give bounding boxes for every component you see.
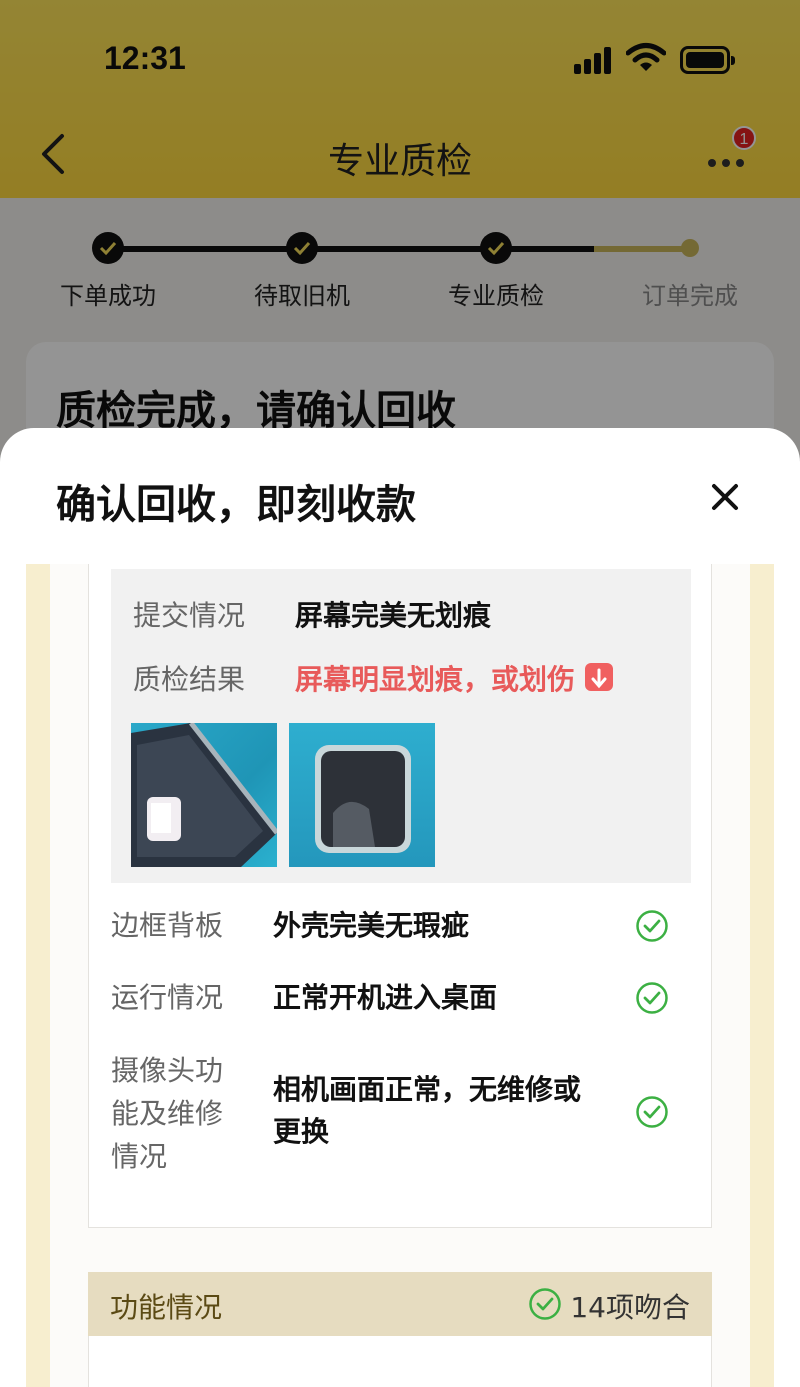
row-label: 运行情况 — [111, 981, 224, 1014]
value-line: 更换 — [273, 1115, 330, 1148]
value-line: 相机画面正常，无维修或 — [273, 1073, 582, 1106]
row-value: 屏幕完美无划痕 — [295, 599, 492, 632]
row-value-bad: 屏幕明显划痕，或划伤 — [295, 659, 614, 701]
function-match-count: 14项吻合 — [570, 1291, 690, 1324]
screen-inspection-panel: 提交情况 屏幕完美无划痕 质检结果 屏幕明显划痕，或划伤 — [111, 569, 691, 883]
function-section-title: 功能情况 — [110, 1291, 223, 1324]
arrow-down-icon[interactable] — [585, 663, 614, 691]
label-line: 能及维修 — [111, 1097, 224, 1130]
result-text: 屏幕明显划痕，或划伤 — [295, 663, 576, 696]
check-circle-icon — [636, 910, 668, 942]
inspection-photo-1[interactable] — [131, 723, 277, 867]
row-label: 摄像头功 能及维修 情况 — [111, 1049, 261, 1178]
row-value: 正常开机进入桌面 — [273, 981, 498, 1014]
inspection-details-scroll[interactable]: 提交情况 屏幕完美无划痕 质检结果 屏幕明显划痕，或划伤 边框背板 外壳完美无瑕… — [26, 564, 774, 1387]
row-label: 提交情况 — [133, 599, 246, 632]
close-icon[interactable] — [700, 472, 750, 522]
check-circle-icon — [636, 982, 668, 1014]
inspection-photo-2[interactable] — [289, 723, 435, 867]
label-line: 情况 — [111, 1140, 168, 1173]
function-section-body — [88, 1336, 712, 1387]
sheet-title: 确认回收，即刻收款 — [56, 482, 416, 528]
check-circle-icon — [636, 1096, 668, 1128]
row-label: 边框背板 — [111, 909, 224, 942]
inspection-details: 提交情况 屏幕完美无划痕 质检结果 屏幕明显划痕，或划伤 边框背板 外壳完美无瑕… — [50, 564, 750, 1387]
check-circle-icon — [529, 1288, 561, 1320]
function-section-header[interactable]: 功能情况 14项吻合 — [88, 1272, 712, 1336]
label-line: 摄像头功 — [111, 1054, 224, 1087]
appearance-group: 提交情况 屏幕完美无划痕 质检结果 屏幕明显划痕，或划伤 边框背板 外壳完美无瑕… — [88, 564, 712, 1228]
row-label: 质检结果 — [133, 663, 246, 696]
confirm-recycle-sheet: 确认回收，即刻收款 提交情况 屏幕完美无划痕 质检结果 屏幕明显划痕，或划伤 边… — [0, 428, 800, 1387]
row-value: 相机画面正常，无维修或 更换 — [273, 1069, 581, 1153]
row-value: 外壳完美无瑕疵 — [273, 909, 470, 942]
